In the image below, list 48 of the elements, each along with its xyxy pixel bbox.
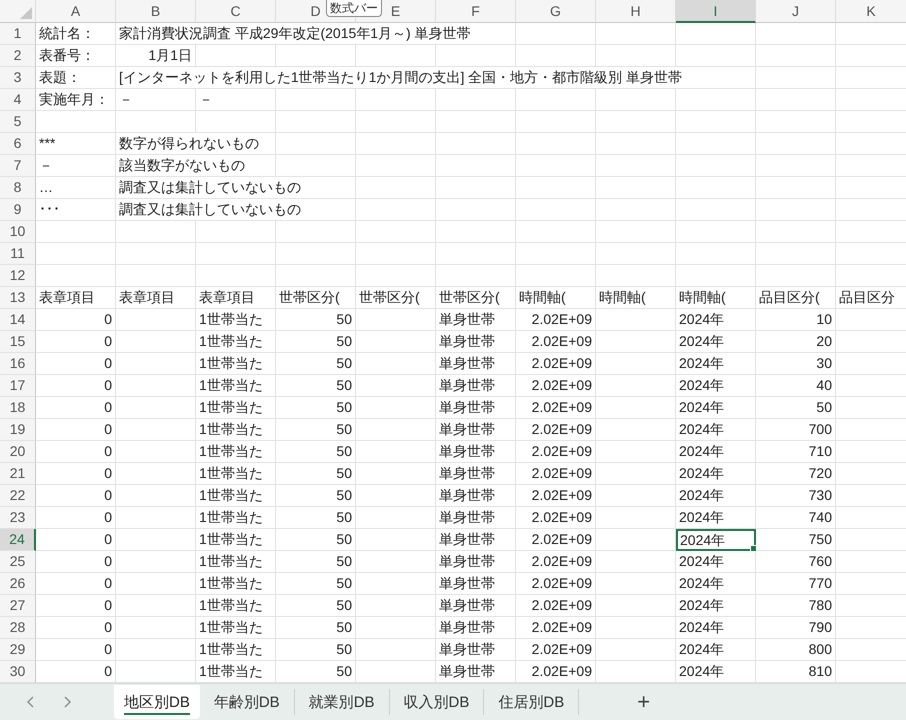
row-number[interactable]: 17 [0, 375, 36, 397]
column-header[interactable]: H [596, 0, 676, 23]
row-number[interactable]: 7 [0, 155, 36, 177]
row-number[interactable]: 6 [0, 133, 36, 155]
row-number[interactable]: 24 [0, 529, 36, 551]
column-header[interactable]: K [836, 0, 906, 23]
sheet-tab[interactable]: 地区別DB [114, 685, 200, 719]
row-number[interactable]: 10 [0, 221, 36, 243]
tooltip: 数式バー [326, 0, 382, 17]
row-number[interactable]: 15 [0, 331, 36, 353]
row-number[interactable]: 29 [0, 639, 36, 661]
row-number[interactable]: 16 [0, 353, 36, 375]
row-number[interactable]: 23 [0, 507, 36, 529]
select-all-corner[interactable] [0, 0, 36, 23]
row-number[interactable]: 21 [0, 463, 36, 485]
row-number[interactable]: 9 [0, 199, 36, 221]
sheet-tab[interactable]: 年齢別DB [200, 689, 295, 715]
row-number[interactable]: 27 [0, 595, 36, 617]
add-sheet-button[interactable]: + [631, 689, 656, 715]
column-header[interactable]: C [196, 0, 276, 23]
column-header[interactable]: G [516, 0, 596, 23]
row-number[interactable]: 8 [0, 177, 36, 199]
row-number[interactable]: 25 [0, 551, 36, 573]
row-number[interactable]: 18 [0, 397, 36, 419]
column-header[interactable]: A [36, 0, 116, 23]
row-number[interactable]: 13 [0, 287, 36, 309]
row-number[interactable]: 3 [0, 67, 36, 89]
sheet-tab[interactable]: 住居別DB [484, 689, 580, 715]
row-number[interactable]: 1 [0, 23, 36, 45]
row-number[interactable]: 5 [0, 111, 36, 133]
row-number[interactable]: 14 [0, 309, 36, 331]
sheet-cell[interactable]: 2024年 [676, 529, 756, 551]
row-number[interactable]: 2 [0, 45, 36, 67]
row-number[interactable]: 11 [0, 243, 36, 265]
column-header[interactable]: I [676, 0, 756, 23]
row-number[interactable]: 30 [0, 661, 36, 683]
row-number[interactable]: 26 [0, 573, 36, 595]
sheet-tab[interactable]: 収入別DB [390, 689, 484, 715]
row-number[interactable]: 20 [0, 441, 36, 463]
row-number[interactable]: 28 [0, 617, 36, 639]
column-header[interactable]: B [116, 0, 196, 23]
column-header[interactable]: J [756, 0, 836, 23]
column-header[interactable]: F [436, 0, 516, 23]
row-number[interactable]: 12 [0, 265, 36, 287]
row-number[interactable]: 4 [0, 89, 36, 111]
row-number[interactable]: 22 [0, 485, 36, 507]
row-number[interactable]: 19 [0, 419, 36, 441]
sheet-tab[interactable]: 就業別DB [294, 689, 390, 715]
